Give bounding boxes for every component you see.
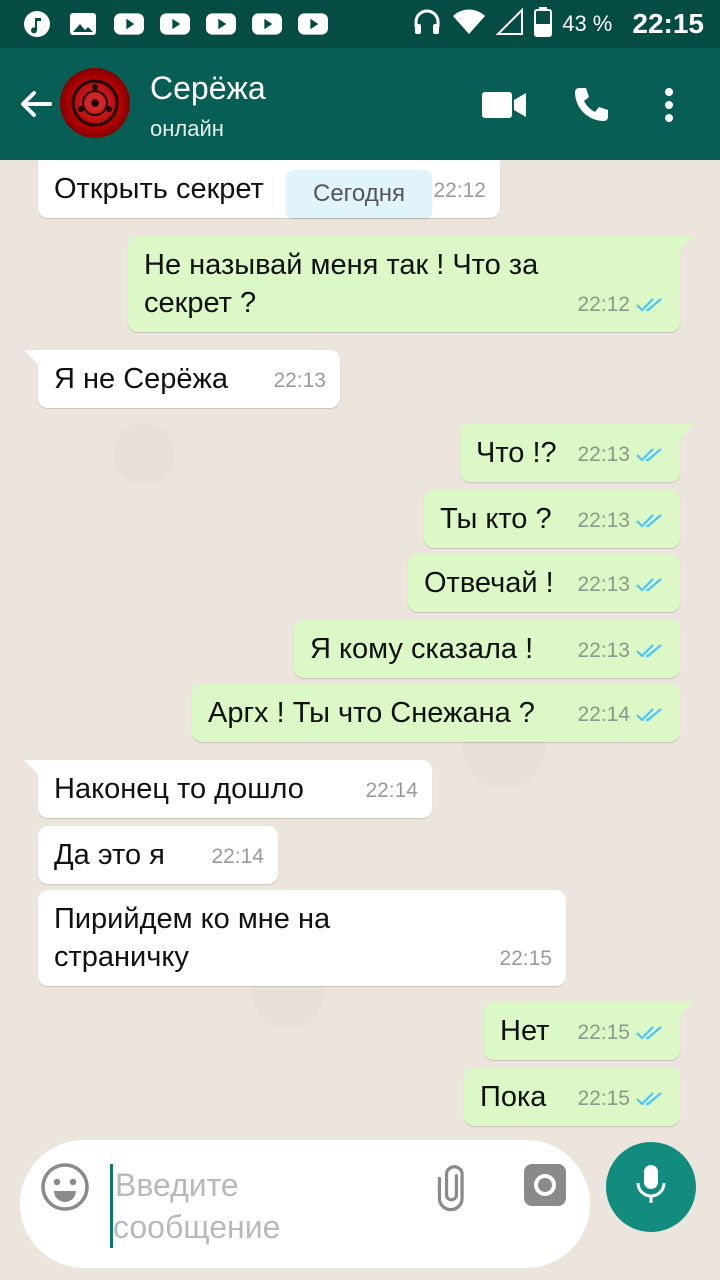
message-meta: 22:14 <box>577 696 666 734</box>
message-time: 22:14 <box>365 779 418 802</box>
double-check-icon <box>636 298 662 312</box>
double-check-icon <box>636 448 662 462</box>
youtube-icon <box>252 9 282 39</box>
message-meta: 22:15 <box>499 940 552 978</box>
message-time: 22:13 <box>577 509 630 532</box>
music-note-icon <box>22 9 52 39</box>
emoji-icon[interactable] <box>40 1162 90 1212</box>
message-meta: 22:12 <box>577 286 666 324</box>
message-time: 22:13 <box>577 443 630 466</box>
message-meta: 22:13 <box>577 566 666 604</box>
message-meta: 22:15 <box>577 1080 666 1118</box>
message-outgoing[interactable]: Что !? 22:13 <box>460 424 694 482</box>
message-time: 22:12 <box>433 179 486 202</box>
message-outgoing[interactable]: Пока 22:15 <box>464 1068 680 1126</box>
more-vert-icon[interactable] <box>646 82 692 128</box>
double-check-icon <box>636 514 662 528</box>
message-text: Да это я <box>54 839 165 871</box>
message-text: Наконец то дошло <box>54 773 304 805</box>
message-text: Пока <box>480 1081 547 1113</box>
message-time: 22:14 <box>211 845 264 868</box>
message-meta: 22:13 <box>577 632 666 670</box>
message-input-placeholder: Введите сообщение <box>113 1167 281 1245</box>
message-time: 22:12 <box>577 293 630 316</box>
youtube-icon <box>160 9 190 39</box>
double-check-icon <box>636 644 662 658</box>
youtube-icon <box>206 9 236 39</box>
message-input[interactable]: Введите сообщение <box>110 1164 400 1248</box>
message-meta: 22:14 <box>211 838 264 876</box>
contact-status: онлайн <box>150 116 224 141</box>
message-outgoing[interactable]: Ты кто ? 22:13 <box>424 490 680 548</box>
message-outgoing[interactable]: Не называй меня так ! Что за секрет ? 22… <box>128 236 694 332</box>
message-time: 22:13 <box>273 369 326 392</box>
notification-icons <box>22 9 328 39</box>
message-outgoing[interactable]: Нет 22:15 <box>484 1002 694 1060</box>
mic-button[interactable] <box>606 1142 696 1232</box>
message-text: Нет <box>500 1015 550 1047</box>
chat-header: Серёжа онлайн <box>0 48 720 160</box>
signal-icon <box>495 7 524 41</box>
message-time: 22:15 <box>499 947 552 970</box>
message-meta: 22:14 <box>365 772 418 810</box>
date-chip: Сегодня <box>286 170 432 218</box>
double-check-icon <box>636 1026 662 1040</box>
message-incoming[interactable]: Наконец то дошло 22:14 <box>24 760 432 818</box>
message-time: 22:15 <box>577 1021 630 1044</box>
message-text: Что !? <box>476 437 557 469</box>
message-incoming[interactable]: Да это я 22:14 <box>38 826 278 884</box>
message-time: 22:13 <box>577 639 630 662</box>
message-outgoing[interactable]: Аргх ! Ты что Снежана ? 22:14 <box>192 684 680 742</box>
message-incoming[interactable]: Пирийдем ко мне на страничку 22:15 <box>38 890 566 986</box>
youtube-icon <box>298 9 328 39</box>
phone-icon[interactable] <box>568 82 614 128</box>
attach-icon[interactable] <box>430 1162 480 1212</box>
double-check-icon <box>636 578 662 592</box>
wifi-icon <box>452 8 486 41</box>
message-meta: 22:13 <box>577 436 666 474</box>
headphones-icon <box>412 7 442 42</box>
message-text: Аргх ! Ты что Снежана ? <box>208 697 535 729</box>
avatar[interactable] <box>60 68 130 138</box>
message-text: Не называй меня так ! Что за секрет ? <box>144 249 539 319</box>
message-text: Я кому сказала ! <box>310 633 534 665</box>
youtube-icon <box>114 9 144 39</box>
system-status: 43 % 22:15 <box>412 0 704 48</box>
composer: Введите сообщение <box>20 1140 590 1268</box>
video-call-icon[interactable] <box>482 82 528 128</box>
message-meta: 22:13 <box>577 502 666 540</box>
contact-name[interactable]: Серёжа <box>150 70 266 107</box>
mic-icon <box>631 1163 671 1212</box>
message-list[interactable]: Открыть секрет 22:12 Сегодня Не называй … <box>0 160 720 1140</box>
camera-icon[interactable] <box>520 1160 570 1210</box>
message-meta: 22:13 <box>273 362 326 400</box>
back-arrow-icon[interactable] <box>16 84 56 124</box>
message-text: Пирийдем ко мне на страничку <box>54 903 331 973</box>
message-text: Отвечай ! <box>424 567 554 599</box>
message-time: 22:14 <box>577 703 630 726</box>
message-meta: 22:12 <box>433 172 486 210</box>
message-outgoing[interactable]: Я кому сказала ! 22:13 <box>294 620 680 678</box>
battery-percent: 43 % <box>562 11 613 36</box>
message-incoming[interactable]: Я не Серёжа 22:13 <box>24 350 340 408</box>
message-text: Я не Серёжа <box>54 363 229 395</box>
message-time: 22:15 <box>577 1087 630 1110</box>
message-meta: 22:15 <box>577 1014 666 1052</box>
clock: 22:15 <box>632 8 704 39</box>
message-text: Открыть секрет <box>54 173 264 205</box>
double-check-icon <box>636 708 662 722</box>
message-outgoing[interactable]: Отвечай ! 22:13 <box>408 554 680 612</box>
message-text: Ты кто ? <box>440 503 552 535</box>
double-check-icon <box>636 1092 662 1106</box>
image-icon <box>68 9 98 39</box>
status-bar: 43 % 22:15 <box>0 0 720 48</box>
message-time: 22:13 <box>577 573 630 596</box>
battery-icon <box>534 6 553 42</box>
